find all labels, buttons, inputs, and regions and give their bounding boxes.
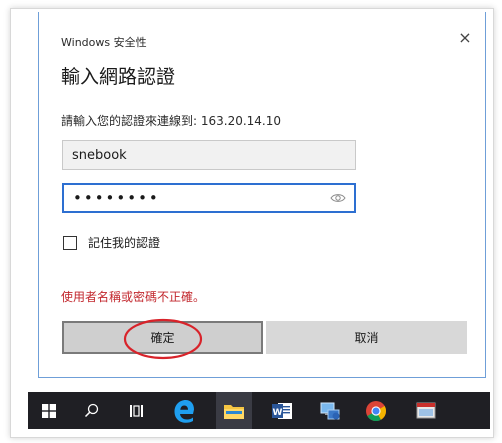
network-app-icon[interactable] — [312, 392, 348, 429]
edge-browser-icon[interactable] — [166, 392, 202, 429]
windows-start-icon[interactable] — [34, 392, 64, 429]
window-app-icon[interactable] — [408, 392, 444, 429]
reveal-password-icon[interactable] — [330, 192, 346, 204]
connection-prompt: 請輸入您的認證來連線到: 163.20.14.10 — [61, 114, 282, 128]
chrome-icon[interactable] — [358, 392, 394, 429]
windows-taskbar: W — [28, 392, 490, 429]
remember-checkbox[interactable] — [63, 235, 77, 250]
word-icon[interactable]: W — [264, 392, 300, 429]
dialog-heading: 輸入網路認證 — [61, 66, 176, 88]
search-icon[interactable] — [76, 392, 106, 429]
password-field[interactable] — [62, 183, 356, 213]
svg-text:W: W — [273, 407, 283, 417]
close-button[interactable]: × — [457, 30, 473, 46]
dialog-app-title: Windows 安全性 — [61, 36, 147, 49]
remember-credentials-option[interactable]: 記住我的認證 — [63, 234, 160, 251]
file-explorer-icon[interactable] — [216, 392, 252, 429]
task-view-icon[interactable] — [122, 392, 152, 429]
remember-label: 記住我的認證 — [88, 236, 161, 250]
windows-security-dialog: Windows 安全性 × 輸入網路認證 請輸入您的認證來連線到: 163.20… — [38, 12, 486, 378]
error-message: 使用者名稱或密碼不正確。 — [61, 290, 206, 304]
cancel-button[interactable]: 取消 — [266, 321, 467, 354]
username-field[interactable] — [62, 140, 356, 170]
ok-button[interactable]: 確定 — [62, 321, 263, 354]
